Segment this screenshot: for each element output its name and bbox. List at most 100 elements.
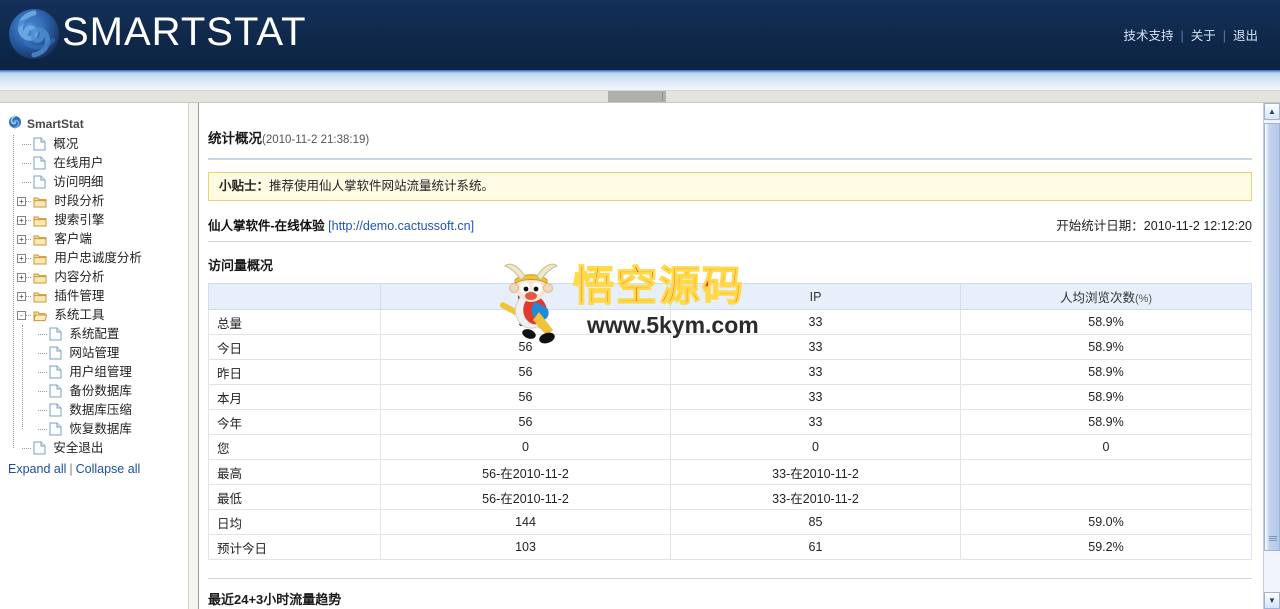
tree-expand-toggle[interactable]: + — [17, 273, 26, 282]
sidebar-item-label: 系统工具 — [54, 308, 105, 322]
tree-expand-toggle[interactable]: + — [17, 235, 26, 244]
cell-pv: 56 — [380, 384, 671, 410]
sidebar-item-plugin-management[interactable]: + 插件管理 — [15, 287, 188, 306]
row-label: 您 — [208, 434, 381, 460]
nav-tech-support[interactable]: 技术支持 — [1117, 29, 1179, 43]
cell-pv: 56-在2010-11-2 — [380, 484, 671, 510]
sidebar-splitter[interactable] — [188, 103, 199, 609]
sidebar-item-system-tools[interactable]: - 系统工具 — [15, 306, 188, 325]
tree-line — [38, 334, 47, 335]
tree-line — [38, 410, 47, 411]
scroll-up-button[interactable]: ▲ — [1264, 103, 1280, 120]
sidebar-item-search-engine[interactable]: + 搜索引擎 — [15, 211, 188, 230]
main-pane: SmartStat 概况 在线用户 访问明细 + 时段分析 + 搜索引擎 + 客… — [0, 103, 1280, 609]
vertical-scrollbar-thumb[interactable] — [1264, 123, 1280, 551]
tree-expand-toggle[interactable]: + — [17, 216, 26, 225]
cell-pv: 56-在2010-11-2 — [380, 459, 671, 485]
sidebar-root[interactable]: SmartStat — [8, 115, 188, 132]
scrollbar-grip-icon — [1269, 536, 1277, 542]
cell-avg: 59.2% — [960, 534, 1252, 560]
tree-expand-toggle[interactable]: + — [17, 292, 26, 301]
horizontal-scrollbar[interactable] — [0, 90, 1280, 103]
row-label: 最低 — [208, 484, 381, 510]
nav-logout[interactable]: 退出 — [1227, 29, 1264, 43]
cell-pv: 0 — [380, 434, 671, 460]
column-header-avg-views: 人均浏览次数(%) — [960, 283, 1252, 310]
collapse-all-link[interactable]: Collapse all — [76, 462, 141, 476]
tree-line — [22, 144, 31, 145]
sidebar-item-secure-logout[interactable]: 安全退出 — [15, 439, 188, 458]
sidebar-item-label: 网站管理 — [69, 346, 120, 360]
sidebar-item-overview[interactable]: 概况 — [15, 135, 188, 154]
section-title-traffic-overview: 访问量概况 — [208, 258, 274, 273]
sidebar-root-label: SmartStat — [27, 116, 84, 131]
banner-gradient-strip — [0, 70, 1280, 92]
swirl-logo-icon — [6, 6, 62, 62]
expand-all-link[interactable]: Expand all — [8, 462, 66, 476]
tree-collapse-toggle[interactable]: - — [17, 311, 26, 320]
row-label: 最高 — [208, 459, 381, 485]
row-label: 日均 — [208, 509, 381, 535]
cell-pv: 103 — [380, 534, 671, 560]
table-row: 预计今日 103 61 59.2% — [208, 534, 1252, 560]
tip-label: 小贴士： — [219, 179, 270, 193]
cell-avg: 58.9% — [960, 309, 1252, 335]
row-label: 今日 — [208, 334, 381, 360]
sidebar-item-time-analysis[interactable]: + 时段分析 — [15, 192, 188, 211]
sidebar-item-client[interactable]: + 客户端 — [15, 230, 188, 249]
sidebar-item-backup-database[interactable]: 备份数据库 — [31, 382, 188, 401]
sidebar-item-usergroup-management[interactable]: 用户组管理 — [31, 363, 188, 382]
scroll-down-button[interactable]: ▼ — [1264, 592, 1280, 609]
vertical-scrollbar[interactable]: ▲ ▼ — [1263, 103, 1280, 609]
sidebar-item-visit-detail[interactable]: 访问明细 — [15, 173, 188, 192]
section-title-hourly-trend: 最近24+3小时流量趋势 — [208, 578, 1252, 608]
sidebar-item-label: 概况 — [53, 137, 79, 151]
sidebar-item-label: 备份数据库 — [69, 384, 132, 398]
site-url[interactable]: [http://demo.cactussoft.cn] — [328, 219, 474, 233]
tree-expand-controls: Expand all | Collapse all — [8, 462, 188, 476]
column-header-pv: PV — [380, 283, 671, 310]
row-label: 今年 — [208, 409, 381, 435]
table-head: PV IP 人均浏览次数(%) — [208, 283, 1252, 310]
sidebar-item-system-config[interactable]: 系统配置 — [31, 325, 188, 344]
sidebar-item-site-management[interactable]: 网站管理 — [31, 344, 188, 363]
expand-controls-separator: | — [69, 462, 73, 476]
table-row: 最低 56-在2010-11-2 33-在2010-11-2 — [208, 484, 1252, 510]
cell-ip: 33 — [670, 359, 961, 385]
table-row: 您 0 0 0 — [208, 434, 1252, 460]
tree-line — [38, 353, 47, 354]
sidebar-item-compact-database[interactable]: 数据库压缩 — [31, 401, 188, 420]
sidebar-item-content-analysis[interactable]: + 内容分析 — [15, 268, 188, 287]
sidebar-item-label: 客户端 — [54, 232, 92, 246]
sidebar-item-restore-database[interactable]: 恢复数据库 — [31, 420, 188, 439]
app-banner: SMARTSTAT 技术支持 | 关于 | 退出 — [0, 0, 1280, 70]
tree-expand-toggle[interactable]: + — [17, 197, 26, 206]
sidebar: SmartStat 概况 在线用户 访问明细 + 时段分析 + 搜索引擎 + 客… — [0, 103, 188, 609]
cell-avg: 0 — [960, 434, 1252, 460]
start-date-label: 开始统计日期： — [1056, 219, 1144, 233]
cell-avg: 58.9% — [960, 359, 1252, 385]
sidebar-item-label: 用户组管理 — [69, 365, 132, 379]
tree-expand-toggle[interactable]: + — [17, 254, 26, 263]
cell-avg: 58.9% — [960, 409, 1252, 435]
sidebar-item-loyalty-analysis[interactable]: + 用户忠诚度分析 — [15, 249, 188, 268]
column-header-ip: IP — [670, 283, 961, 310]
table-header-row: PV IP 人均浏览次数(%) — [208, 283, 1252, 310]
sidebar-item-online-users[interactable]: 在线用户 — [15, 154, 188, 173]
column-header-avg-views-suffix: (%) — [1134, 293, 1153, 305]
table-row: 本月 56 33 58.9% — [208, 384, 1252, 410]
nav-about[interactable]: 关于 — [1185, 29, 1222, 43]
page-timestamp: (2010-11-2 21:38:19) — [262, 134, 370, 146]
tree-line — [38, 391, 47, 392]
start-date-value: 2010-11-2 12:12:20 — [1143, 219, 1252, 233]
content-area: 统计概况(2010-11-2 21:38:19) 小贴士：推荐使用仙人掌软件网站… — [200, 103, 1264, 609]
cell-avg: 59.0% — [960, 509, 1252, 535]
table-row: 日均 144 85 59.0% — [208, 509, 1252, 535]
site-info-row: 仙人掌软件-在线体验 [http://demo.cactussoft.cn] 开… — [208, 215, 1252, 242]
row-label: 总量 — [208, 309, 381, 335]
table-body: 总量 56 33 58.9% 今日 56 33 58.9% 昨日 56 33 5… — [208, 309, 1252, 560]
column-header-metric — [208, 283, 381, 310]
cell-pv: 144 — [380, 509, 671, 535]
horizontal-scrollbar-thumb[interactable] — [608, 91, 666, 102]
cell-pv: 56 — [380, 409, 671, 435]
